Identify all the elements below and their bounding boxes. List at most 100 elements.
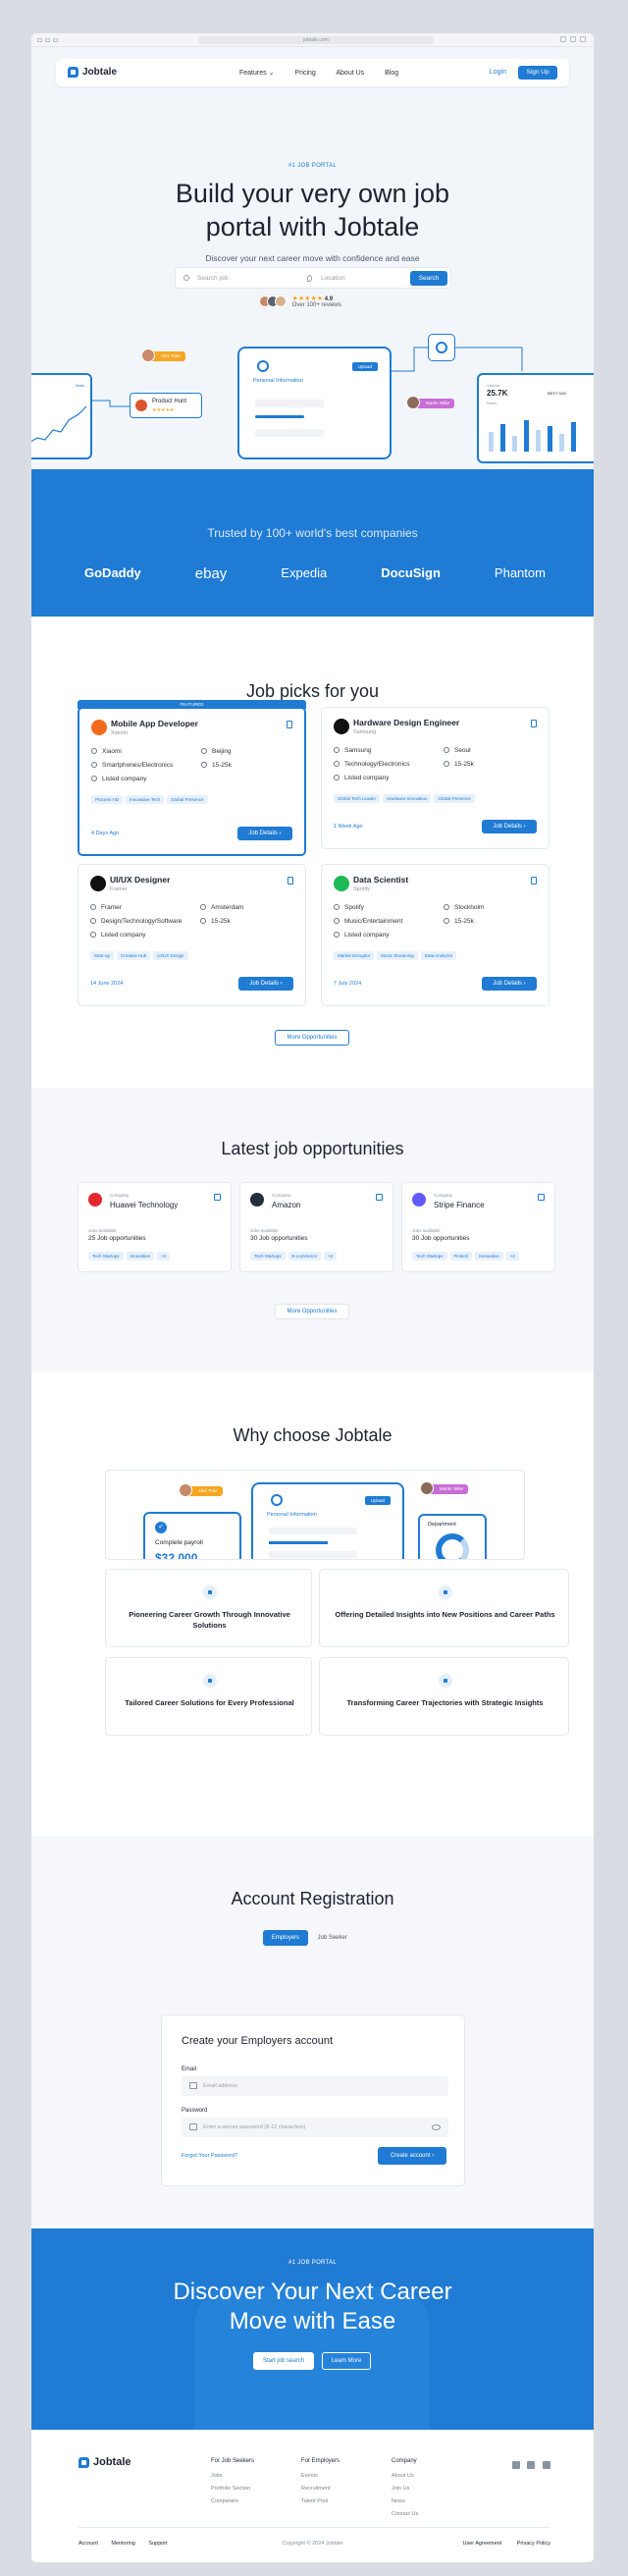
- signup-button[interactable]: Sign Up: [518, 66, 557, 80]
- hero-eyebrow: #1 JOB PORTAL: [288, 163, 338, 169]
- browser-actions[interactable]: [556, 36, 586, 44]
- feature-icon: [202, 1674, 217, 1688]
- tag-list: Start-up Creative Hub UI/UX Design: [90, 951, 191, 960]
- nav-menu: Features ⌄ Pricing About Us Blog: [239, 69, 417, 77]
- tag: Market Disruptor: [334, 951, 375, 960]
- briefcase-icon: [334, 918, 340, 925]
- search-icon: [183, 275, 189, 281]
- eye-icon[interactable]: [432, 2124, 441, 2130]
- bookmark-icon[interactable]: [531, 720, 537, 727]
- feature-title: Pioneering Career Growth Through Innovat…: [129, 1610, 290, 1630]
- brand-docusign: DocuSign: [381, 565, 441, 580]
- latest-more-button[interactable]: More Opportunities: [275, 1304, 349, 1319]
- footer-link[interactable]: Recruitment: [301, 2486, 340, 2492]
- window-controls[interactable]: [37, 38, 61, 44]
- footer-link[interactable]: Companies: [211, 2498, 254, 2504]
- job-details-button[interactable]: Job Details ›: [237, 827, 292, 840]
- chevron-right-icon: ›: [523, 824, 526, 830]
- jobs-available-label: Jobs available: [412, 1228, 441, 1233]
- rating-stars: ★★★★★: [291, 295, 324, 302]
- nav-item-about[interactable]: About Us: [336, 70, 364, 77]
- profile-card: Upload Personal Information: [251, 1482, 404, 1559]
- external-link-icon[interactable]: [376, 1194, 383, 1201]
- industry-row: Smartphones/Electronics: [91, 762, 173, 769]
- job-details-button[interactable]: Job Details ›: [238, 977, 293, 991]
- bookmark-icon[interactable]: [288, 877, 293, 885]
- footer-link[interactable]: News: [392, 2498, 418, 2504]
- footer-link[interactable]: Talent Pool: [301, 2498, 340, 2504]
- tab-job-seeker[interactable]: Job Seeker: [310, 1930, 355, 1946]
- building-icon: [334, 904, 340, 911]
- job-card[interactable]: Hardware Design Engineer Samsung Samsung…: [321, 707, 550, 849]
- start-job-search-button[interactable]: Start job search: [253, 2352, 314, 2370]
- logo[interactable]: Jobtale: [68, 67, 117, 78]
- facebook-icon[interactable]: [512, 2461, 520, 2469]
- nav-item-pricing[interactable]: Pricing: [294, 70, 315, 77]
- check-icon: ✓: [155, 1522, 167, 1533]
- external-link-icon[interactable]: [538, 1194, 545, 1201]
- search-button[interactable]: Search: [410, 271, 447, 286]
- tag-list: Market Disruptor Music Streaming Data Anal…: [334, 951, 459, 960]
- company-card[interactable]: Company Amazon Jobs available 30 Job opp…: [239, 1182, 393, 1272]
- forgot-password-link[interactable]: Forgot Your Password?: [182, 2153, 237, 2159]
- briefcase-icon: [90, 918, 96, 925]
- listed-row: Listed company: [91, 776, 147, 782]
- job-card[interactable]: Data Scientist Spotify Spotify Stockholm…: [321, 864, 550, 1006]
- job-details-button[interactable]: Job Details ›: [482, 820, 537, 833]
- linkedin-icon[interactable]: [527, 2461, 536, 2469]
- privacy-policy-link[interactable]: Privacy Policy: [517, 2541, 550, 2547]
- footer-link[interactable]: About Us: [392, 2473, 418, 2479]
- feature-title: Transforming Career Trajectories with St…: [346, 1698, 544, 1707]
- footer-link[interactable]: Jobs: [211, 2473, 254, 2479]
- password-field[interactable]: Enter a secure password (8-12 characters…: [182, 2118, 448, 2137]
- avatar: [420, 1481, 434, 1495]
- company-row: Spotify: [334, 904, 364, 911]
- job-details-button[interactable]: Job Details ›: [482, 977, 537, 991]
- footer-link[interactable]: Events: [301, 2473, 340, 2479]
- footer-logo[interactable]: Jobtale: [78, 2456, 131, 2468]
- location-pin-icon: [307, 275, 312, 282]
- company-label: Company: [110, 1193, 130, 1198]
- external-link-icon[interactable]: [214, 1194, 221, 1201]
- user-agreement-link[interactable]: User Agreement: [462, 2541, 501, 2547]
- tab-employers[interactable]: Employers: [263, 1930, 308, 1946]
- job-count: 30 Job opportunities: [412, 1235, 470, 1242]
- company-row: Framer: [90, 904, 122, 911]
- footer-link[interactable]: Contact Us: [392, 2511, 418, 2517]
- posted-date: 4 Days Ago: [91, 831, 120, 836]
- location-input[interactable]: Location: [313, 275, 345, 282]
- bookmark-icon[interactable]: [287, 721, 292, 728]
- reviews-count: Over 100+ reviews: [291, 302, 341, 308]
- footer-link[interactable]: Portfolio Section: [211, 2486, 254, 2492]
- company-logo-icon: [91, 720, 107, 735]
- feature-icon: [438, 1585, 452, 1599]
- email-field[interactable]: Email address: [182, 2076, 448, 2096]
- nav-item-features[interactable]: Features ⌄: [239, 70, 274, 77]
- job-card[interactable]: FEATURED Mobile App Developer Xiaomi Xia…: [78, 700, 306, 856]
- twitter-icon[interactable]: [542, 2461, 550, 2469]
- tag-list: Tech Startups E-commerce +2: [250, 1252, 340, 1261]
- nav-item-blog[interactable]: Blog: [385, 70, 398, 77]
- location-pin-icon: [444, 747, 449, 754]
- login-link[interactable]: Login: [490, 69, 506, 76]
- footer-column-title: For Job Seekers: [211, 2458, 255, 2464]
- hero-title-line2: portal with Jobtale: [205, 212, 420, 242]
- job-count: 25 Job opportunities: [88, 1235, 146, 1242]
- company-card[interactable]: Company Stripe Finance Jobs available 30…: [401, 1182, 555, 1272]
- footer-link[interactable]: Join Us: [392, 2486, 418, 2492]
- money-icon: [201, 762, 207, 769]
- tag: Data Analytics: [420, 951, 457, 960]
- search-input[interactable]: Search job: [197, 275, 228, 282]
- address-bar[interactable]: jobtale.com: [198, 36, 434, 44]
- learn-more-button[interactable]: Learn More: [322, 2352, 371, 2370]
- more-opportunities-button[interactable]: More Opportunities: [275, 1030, 349, 1046]
- check-circle-icon: [90, 932, 96, 939]
- create-account-button[interactable]: Create account ›: [378, 2147, 446, 2165]
- form-title: Create your Employers account: [182, 2035, 334, 2047]
- bookmark-icon[interactable]: [531, 877, 537, 885]
- job-card[interactable]: UI/UX Designer Framer Framer Amsterdam D…: [78, 864, 306, 1006]
- footer-column: For Employers Events Recruitment Talent Poo…: [301, 2458, 340, 2511]
- feature-icon: [438, 1674, 452, 1688]
- company-card[interactable]: Company Huawei Technology Jobs available…: [78, 1182, 232, 1272]
- check-circle-icon: [334, 932, 340, 939]
